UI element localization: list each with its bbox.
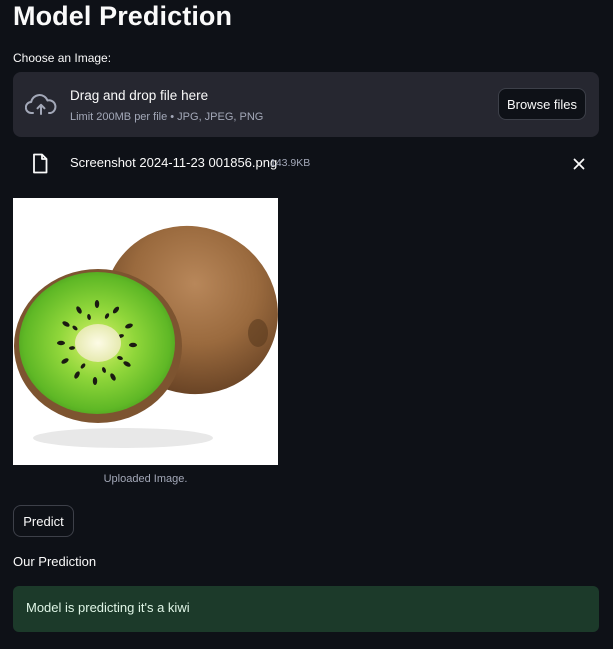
image-caption: Uploaded Image.: [103, 473, 188, 485]
dropzone-title: Drag and drop file here: [70, 88, 209, 103]
dropzone-limits: Limit 200MB per file • JPG, JPEG, PNG: [70, 111, 264, 123]
prediction-result-alert: Model is predicting it's a kiwi: [13, 586, 599, 632]
file-icon: [33, 153, 48, 174]
page-title: Model Prediction: [13, 1, 233, 31]
file-size: 143.9KB: [270, 157, 311, 169]
app-page: Model Prediction Choose an Image: Drag a…: [0, 0, 613, 649]
cloud-upload-icon: [25, 94, 57, 115]
browse-files-button[interactable]: Browse files: [498, 88, 586, 120]
kiwi-photo: [14, 225, 278, 448]
uploaded-image: [13, 198, 278, 465]
predict-button[interactable]: Predict: [13, 505, 74, 537]
prediction-message: Model is predicting it's a kiwi: [26, 600, 190, 615]
uploader-label: Choose an Image:: [13, 51, 112, 65]
prediction-subheader: Our Prediction: [13, 554, 97, 569]
uploaded-file-row: Screenshot 2024-11-23 001856.png 143.9KB: [13, 150, 599, 178]
file-name: Screenshot 2024-11-23 001856.png: [70, 155, 278, 170]
close-icon[interactable]: [572, 157, 586, 171]
file-dropzone[interactable]: Drag and drop file here Limit 200MB per …: [13, 72, 599, 137]
